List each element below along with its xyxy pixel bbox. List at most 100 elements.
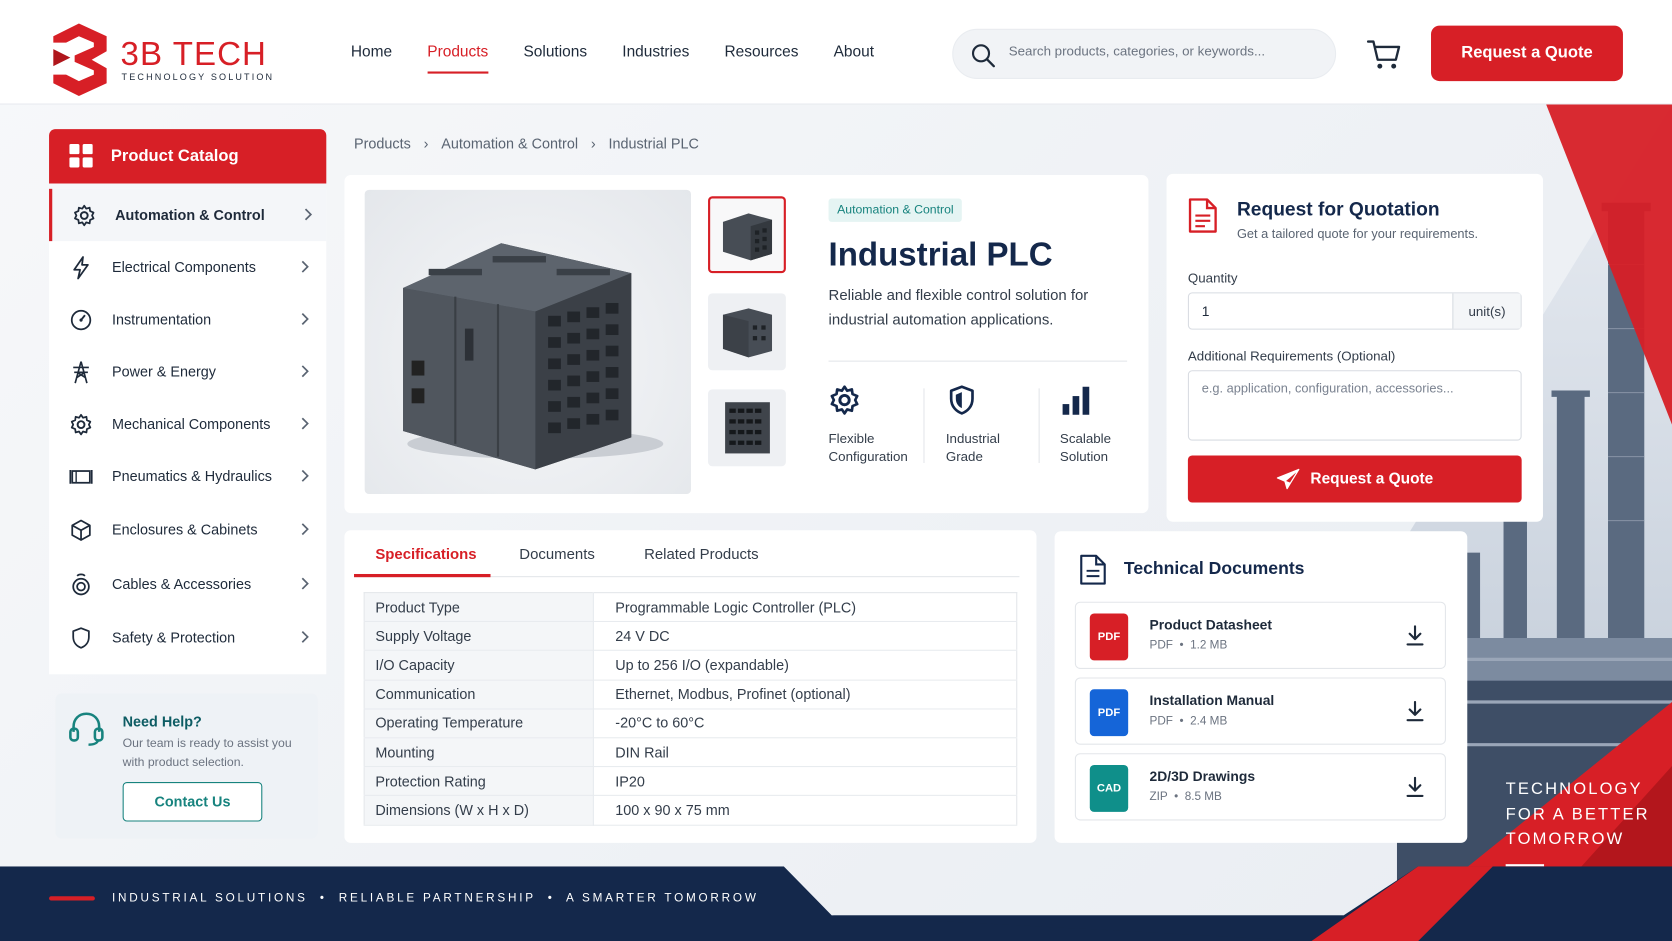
spec-value: -20°C to 60°C [593,708,1017,739]
sidebar-item-label: Automation & Control [115,206,265,223]
tab-specifications[interactable]: Specifications [375,545,476,562]
table-row: Mounting DIN Rail [364,737,1017,768]
sidebar-item-safety[interactable]: Safety & Protection [49,611,326,663]
plc-thumbnail-image [722,308,773,358]
document-meta: PDF • 1.2 MB [1149,639,1228,652]
sidebar-item-label: Pneumatics & Hydraulics [111,468,272,485]
feature-separator [1038,388,1040,464]
table-row: Communication Ethernet, Modbus, Profinet … [364,679,1017,710]
quantity-label: Quantity [1187,270,1238,286]
product-thumbnail-1[interactable] [708,196,786,274]
search-input[interactable] [1008,43,1318,59]
product-main-image[interactable] [364,189,691,494]
sidebar-item-enclosures[interactable]: Enclosures & Cabinets [49,504,326,556]
feature-label-line-2: Solution [1059,449,1109,465]
tab-documents[interactable]: Documents [519,545,595,562]
lightning-icon [73,256,89,280]
nav-industries[interactable]: Industries [622,44,689,67]
box-icon [71,519,91,541]
nav-products[interactable]: Products [427,44,489,74]
search-icon[interactable] [970,43,996,69]
sidebar-item-label: Cables & Accessories [111,576,252,593]
sidebar-item-power[interactable]: Power & Energy [49,346,326,398]
chevron-right-icon [301,365,309,378]
gear-icon [74,204,95,227]
sidebar-item-automation[interactable]: Automation & Control [49,188,327,242]
product-thumbnail-2[interactable] [708,293,786,371]
breadcrumb-automation[interactable]: Automation & Control [441,135,578,151]
chevron-right-icon [301,523,309,536]
cable-icon [72,573,90,596]
plc-thumbnail-image [725,402,770,454]
sidebar-item-pneumatics[interactable]: Pneumatics & Hydraulics [49,450,326,502]
download-icon[interactable] [1405,776,1424,798]
grid-icon [69,144,93,168]
table-row: Operating Temperature -20°C to 60°C [364,708,1017,739]
spec-key: Product Type [364,592,594,623]
chevron-right-icon [304,208,313,221]
cart-icon[interactable] [1366,37,1402,71]
rfq-submit-button[interactable]: Request a Quote [1187,455,1522,503]
spec-key: I/O Capacity [364,650,594,681]
power-tower-icon [73,361,89,384]
table-row: Dimensions (W x H x D) 100 x 90 x 75 mm [364,795,1017,826]
hero-tagline-line-2: FOR A BETTER [1505,804,1650,824]
documents-title: Technical Documents [1123,559,1305,579]
chevron-right-icon [301,417,309,430]
nav-about[interactable]: About [834,44,874,67]
help-text: Our team is ready to assist you with pro… [122,737,292,770]
sidebar-item-label: Electrical Components [111,259,256,276]
sidebar-item-mechanical[interactable]: Mechanical Components [49,398,326,450]
document-icon [1080,554,1106,585]
contact-us-button[interactable]: Contact Us [122,782,263,822]
requirements-textarea[interactable] [1187,370,1522,441]
chevron-right-icon [301,469,309,482]
product-catalog-header[interactable]: Product Catalog [49,129,327,184]
header-quote-button[interactable]: Request a Quote [1431,25,1623,82]
feature-label-line-1: Flexible [828,431,875,446]
shield-icon [72,627,90,649]
download-icon[interactable] [1405,700,1424,722]
sidebar-item-instrumentation[interactable]: Instrumentation [49,293,326,345]
feature-flexible: Flexible Configuration [829,384,936,466]
breadcrumb-products[interactable]: Products [354,135,411,151]
tab-related-products[interactable]: Related Products [644,545,759,562]
nav-home[interactable]: Home [351,44,392,67]
chevron-right-icon [301,630,309,643]
sidebar-item-electrical[interactable]: Electrical Components [49,241,326,293]
document-item-drawings[interactable]: CAD 2D/3D Drawings ZIP • 8.5 MB [1074,753,1446,821]
pdf-file-icon: PDF [1089,613,1129,661]
footer-accent-line [49,896,95,901]
nav-solutions[interactable]: Solutions [523,44,587,67]
gear-icon [830,385,859,415]
spec-key: Dimensions (W x H x D) [364,795,594,826]
spec-table: Product Type Programmable Logic Controlle… [363,592,1018,826]
feature-label-line-1: Industrial [945,431,1000,446]
sidebar-item-cables[interactable]: Cables & Accessories [49,558,326,610]
document-item-manual[interactable]: PDF Installation Manual PDF • 2.4 MB [1074,677,1446,745]
shield-icon [949,385,974,415]
quantity-input[interactable] [1201,302,1437,320]
download-icon[interactable] [1405,625,1424,646]
document-size: 2.4 MB [1190,714,1228,728]
logo-icon[interactable] [49,21,111,98]
sidebar-item-label: Mechanical Components [111,416,271,433]
spec-value: Up to 256 I/O (expandable) [593,650,1017,681]
feature-label-line-2: Configuration [828,449,908,465]
hero-tagline-line-3: TOMORROW [1505,830,1625,849]
headset-icon [69,712,104,746]
nav-resources[interactable]: Resources [725,44,799,67]
document-item-datasheet[interactable]: PDF Product Datasheet PDF • 1.2 MB [1074,601,1446,669]
document-size: 8.5 MB [1184,790,1222,804]
product-thumbnail-3[interactable] [708,389,786,467]
chevron-right-icon [301,577,309,590]
cog-icon [70,413,92,436]
footer-tagline: INDUSTRIAL SOLUTIONS • RELIABLE PARTNERS… [111,891,759,905]
document-name: Installation Manual [1149,692,1275,709]
cad-file-icon: CAD [1089,764,1129,812]
product-title: Industrial PLC [828,235,1053,274]
document-size: 1.2 MB [1190,639,1228,652]
hero-tagline-line-1: TECHNOLOGY [1505,779,1643,799]
brand-name[interactable]: 3B TECH [120,35,266,73]
spec-key: Communication [364,679,594,710]
